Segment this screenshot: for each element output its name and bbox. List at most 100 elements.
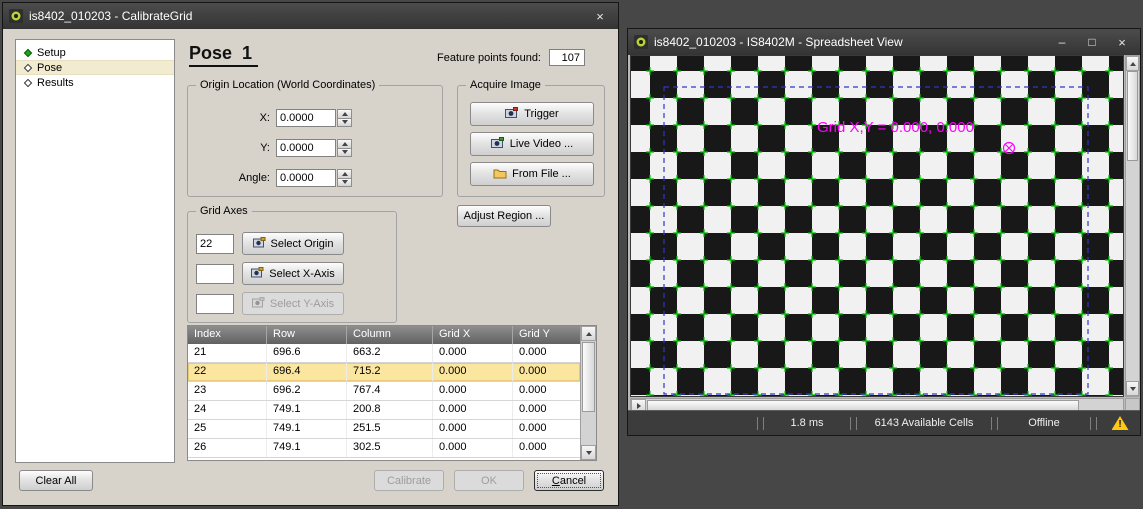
vertical-scrollbar[interactable] bbox=[1125, 55, 1140, 397]
adjust-region-button[interactable]: Adjust Region ... bbox=[457, 205, 551, 227]
angle-label: Angle: bbox=[196, 172, 270, 184]
column-header[interactable]: Grid Y bbox=[513, 326, 580, 344]
column-header[interactable]: Index bbox=[188, 326, 267, 344]
table-cell: 0.000 bbox=[433, 382, 513, 400]
column-header[interactable]: Row bbox=[267, 326, 347, 344]
scroll-up-icon[interactable] bbox=[1126, 56, 1139, 71]
table-cell: 696.4 bbox=[267, 363, 347, 381]
table-cell: 696.2 bbox=[267, 382, 347, 400]
scrollbar-thumb[interactable] bbox=[1127, 71, 1138, 161]
tree-item-pose[interactable]: Pose bbox=[16, 60, 174, 75]
group-title: Grid Axes bbox=[196, 205, 252, 217]
status-bar: 1.8 ms 6143 Available Cells Offline bbox=[628, 410, 1140, 435]
table-cell: 302.5 bbox=[347, 439, 433, 457]
table-scrollbar[interactable] bbox=[580, 326, 596, 460]
close-icon[interactable]: × bbox=[588, 6, 612, 26]
table-cell: 25 bbox=[188, 420, 267, 438]
diamond-icon bbox=[24, 63, 32, 71]
y-stepper[interactable] bbox=[337, 139, 352, 157]
table-row[interactable]: 23696.2767.40.0000.000 bbox=[188, 382, 580, 401]
tree-item-setup[interactable]: Setup bbox=[16, 45, 174, 60]
scroll-down-icon[interactable] bbox=[1126, 381, 1139, 396]
available-cells: 6143 Available Cells bbox=[860, 411, 988, 435]
acquisition-time: 1.8 ms bbox=[767, 411, 847, 435]
calibration-grid-image[interactable]: Grid X,Y = 0.000, 0.000 bbox=[630, 55, 1124, 397]
close-icon[interactable]: × bbox=[1110, 32, 1134, 52]
select-origin-button[interactable]: Select Origin bbox=[242, 232, 344, 255]
scrollbar-thumb[interactable] bbox=[582, 342, 595, 412]
table-row[interactable]: 22696.4715.20.0000.000 bbox=[188, 363, 580, 382]
minimize-icon[interactable]: – bbox=[1050, 32, 1074, 52]
window-title: is8402_010203 - IS8402M - Spreadsheet Vi… bbox=[654, 35, 1044, 49]
trigger-button[interactable]: Trigger bbox=[470, 102, 594, 126]
status-message-segment bbox=[628, 411, 754, 435]
grid-axes-group: Grid Axes Select Origin Select X-Axis bbox=[187, 211, 397, 323]
table-cell: 749.1 bbox=[267, 401, 347, 419]
spreadsheet-view-window: is8402_010203 - IS8402M - Spreadsheet Vi… bbox=[627, 28, 1141, 436]
x-stepper[interactable] bbox=[337, 109, 352, 127]
select-y-axis-button: Select Y-Axis bbox=[242, 292, 344, 315]
tree-item-results[interactable]: Results bbox=[16, 75, 174, 90]
clear-all-button[interactable]: Clear All bbox=[19, 470, 93, 491]
spin-up-icon[interactable] bbox=[337, 139, 352, 149]
calibrate-titlebar[interactable]: is8402_010203 - CalibrateGrid × bbox=[3, 3, 618, 29]
spin-up-icon[interactable] bbox=[337, 109, 352, 119]
spin-down-icon[interactable] bbox=[337, 149, 352, 158]
table-cell: 24 bbox=[188, 401, 267, 419]
table-row[interactable]: 24749.1200.80.0000.000 bbox=[188, 401, 580, 420]
table-cell: 0.000 bbox=[513, 363, 580, 381]
select-x-axis-button[interactable]: Select X-Axis bbox=[242, 262, 344, 285]
app-icon bbox=[9, 9, 23, 23]
camera-icon bbox=[251, 267, 264, 281]
cancel-button[interactable]: Cancel bbox=[534, 470, 604, 491]
status-separator bbox=[991, 417, 998, 430]
table-row[interactable]: 25749.1251.50.0000.000 bbox=[188, 420, 580, 439]
from-file-button[interactable]: From File ... bbox=[470, 162, 594, 186]
table-cell: 663.2 bbox=[347, 344, 433, 362]
feature-points-value: 107 bbox=[549, 49, 585, 66]
angle-field[interactable] bbox=[276, 169, 336, 187]
table-cell: 0.000 bbox=[513, 344, 580, 362]
window-title: is8402_010203 - CalibrateGrid bbox=[29, 9, 582, 23]
x-axis-index-field[interactable] bbox=[196, 264, 234, 284]
origin-location-group: Origin Location (World Coordinates) X: Y… bbox=[187, 85, 443, 197]
x-field[interactable] bbox=[276, 109, 336, 127]
table-cell: 23 bbox=[188, 382, 267, 400]
ok-button: OK bbox=[454, 470, 524, 491]
table-cell: 0.000 bbox=[513, 420, 580, 438]
table-cell: 767.4 bbox=[347, 382, 433, 400]
table-cell: 200.8 bbox=[347, 401, 433, 419]
live-video-button[interactable]: Live Video ... bbox=[470, 132, 594, 156]
calibrate-button: Calibrate bbox=[374, 470, 444, 491]
spreadsheet-titlebar[interactable]: is8402_010203 - IS8402M - Spreadsheet Vi… bbox=[628, 29, 1140, 55]
origin-index-field[interactable] bbox=[196, 234, 234, 254]
column-header[interactable]: Column bbox=[347, 326, 433, 344]
table-cell: 0.000 bbox=[433, 344, 513, 362]
alert-segment[interactable] bbox=[1100, 411, 1140, 435]
x-label: X: bbox=[196, 112, 270, 124]
camera-icon bbox=[253, 237, 266, 251]
table-row[interactable]: 21696.6663.20.0000.000 bbox=[188, 344, 580, 363]
warning-icon[interactable] bbox=[1112, 416, 1129, 430]
table-cell: 749.1 bbox=[267, 420, 347, 438]
table-cell: 21 bbox=[188, 344, 267, 362]
table-cell: 0.000 bbox=[433, 401, 513, 419]
table-cell: 26 bbox=[188, 439, 267, 457]
spin-up-icon[interactable] bbox=[337, 169, 352, 179]
maximize-icon[interactable]: □ bbox=[1080, 32, 1104, 52]
angle-stepper[interactable] bbox=[337, 169, 352, 187]
connection-status: Offline bbox=[1001, 411, 1087, 435]
grid-table-body: 21696.6663.20.0000.00022696.4715.20.0000… bbox=[188, 344, 580, 458]
y-field[interactable] bbox=[276, 139, 336, 157]
spin-down-icon[interactable] bbox=[337, 119, 352, 128]
status-separator bbox=[757, 417, 764, 430]
spin-down-icon[interactable] bbox=[337, 179, 352, 188]
scroll-down-icon[interactable] bbox=[581, 445, 596, 460]
camera-icon bbox=[491, 137, 505, 152]
scroll-up-icon[interactable] bbox=[581, 326, 596, 341]
table-cell: 0.000 bbox=[513, 382, 580, 400]
tree-item-label: Pose bbox=[37, 62, 62, 74]
table-row[interactable]: 26749.1302.50.0000.000 bbox=[188, 439, 580, 458]
column-header[interactable]: Grid X bbox=[433, 326, 513, 344]
table-cell: 0.000 bbox=[513, 439, 580, 457]
